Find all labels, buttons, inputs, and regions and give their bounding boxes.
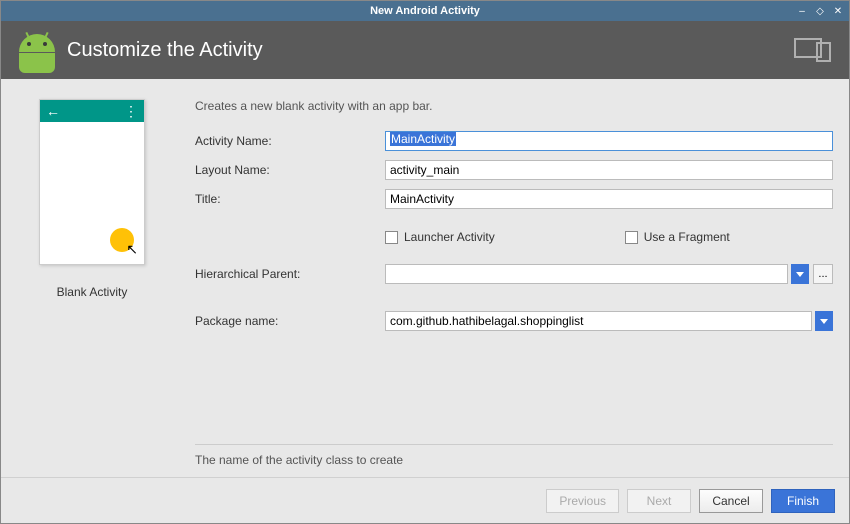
- maximize-button[interactable]: ◇: [813, 4, 827, 18]
- wizard-footer: Previous Next Cancel Finish: [1, 477, 849, 523]
- help-text: The name of the activity class to create: [195, 453, 833, 467]
- cursor-arrow-icon: ↖: [126, 241, 138, 258]
- use-fragment-checkbox[interactable]: [625, 231, 638, 244]
- wizard-banner: Customize the Activity: [1, 21, 849, 79]
- use-fragment-label: Use a Fragment: [644, 230, 730, 244]
- finish-button[interactable]: Finish: [771, 489, 835, 513]
- hierarchical-parent-dropdown-button[interactable]: [791, 264, 809, 284]
- back-arrow-icon: ←: [46, 103, 60, 119]
- banner-title: Customize the Activity: [67, 39, 263, 62]
- window-titlebar: New Android Activity – ◇ ✕: [1, 1, 849, 21]
- launcher-activity-checkbox[interactable]: [385, 231, 398, 244]
- hierarchical-parent-label: Hierarchical Parent:: [195, 267, 385, 281]
- template-preview[interactable]: ← ⋮ ↖: [39, 99, 145, 265]
- cancel-button[interactable]: Cancel: [699, 489, 763, 513]
- hierarchical-parent-browse-button[interactable]: ...: [813, 264, 833, 284]
- android-logo-icon: [17, 30, 57, 70]
- template-name-label: Blank Activity: [57, 285, 128, 299]
- hierarchical-parent-combo[interactable]: [385, 264, 788, 284]
- layout-name-input[interactable]: [385, 160, 833, 180]
- title-input[interactable]: [385, 189, 833, 209]
- chevron-down-icon: [796, 272, 804, 277]
- package-name-label: Package name:: [195, 314, 385, 328]
- launcher-activity-label: Launcher Activity: [404, 230, 495, 244]
- window-title: New Android Activity: [370, 5, 480, 17]
- previous-button: Previous: [546, 489, 619, 513]
- package-name-dropdown-button[interactable]: [815, 311, 833, 331]
- chevron-down-icon: [820, 319, 828, 324]
- overflow-menu-icon: ⋮: [124, 103, 138, 120]
- title-label: Title:: [195, 192, 385, 206]
- package-name-combo[interactable]: com.github.hathibelagal.shoppinglist: [385, 311, 812, 331]
- activity-name-input[interactable]: MainActivity: [385, 131, 833, 151]
- next-button: Next: [627, 489, 691, 513]
- activity-name-label: Activity Name:: [195, 134, 385, 148]
- close-button[interactable]: ✕: [831, 4, 845, 18]
- device-preview-icon: [793, 35, 833, 66]
- layout-name-label: Layout Name:: [195, 163, 385, 177]
- divider: [195, 444, 833, 445]
- wizard-description: Creates a new blank activity with an app…: [195, 99, 833, 113]
- minimize-button[interactable]: –: [795, 4, 809, 18]
